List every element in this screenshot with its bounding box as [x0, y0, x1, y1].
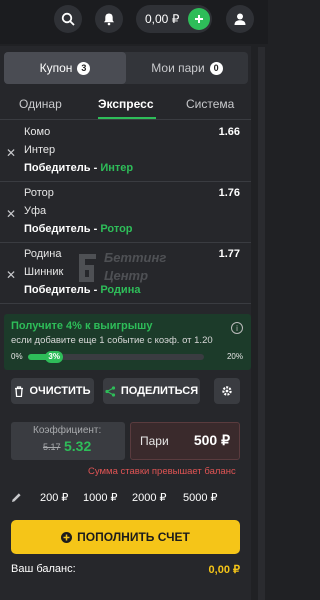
deposit-button[interactable]: ПОПОЛНИТЬ СЧЕТ [11, 520, 240, 554]
bet-item: ✕ Ротор Уфа Победитель - Ротор 1.76 [0, 183, 251, 243]
promo-max: 20% [226, 352, 243, 361]
watermark-line-2: Центр [104, 268, 149, 283]
bet-market: Победитель - [24, 223, 101, 235]
bet-pick: Ротор [100, 223, 133, 235]
tab-express[interactable]: Экспресс [98, 97, 154, 111]
bet-item: ✕ Комо Интер Победитель - Интер 1.66 [0, 122, 251, 182]
remove-bet-icon[interactable]: ✕ [6, 268, 16, 282]
share-button[interactable]: ПОДЕЛИТЬСЯ [103, 378, 200, 404]
profile-button[interactable] [226, 5, 254, 33]
quick-amount-1000[interactable]: 1000 ₽ [83, 491, 118, 504]
active-tab-indicator [98, 117, 156, 119]
promo-subtitle: если добавите еще 1 событие с коэф. от 1… [11, 335, 213, 346]
coefficient-new: 5.32 [64, 438, 92, 454]
bet-odd: 1.66 [218, 126, 240, 138]
promo-min: 0% [11, 352, 23, 361]
plus-circle-icon [61, 531, 73, 543]
tab-my-bets[interactable]: Мои пари 0 [126, 52, 248, 84]
balance-pill[interactable]: 0,00 ₽ [136, 5, 212, 33]
share-label: ПОДЕЛИТЬСЯ [120, 385, 199, 397]
search-icon [61, 12, 75, 26]
tab-my-bets-count: 0 [209, 61, 223, 75]
info-icon[interactable]: i [231, 322, 243, 334]
clear-button[interactable]: ОЧИСТИТЬ [11, 378, 94, 404]
search-button[interactable] [54, 5, 82, 33]
stake-value[interactable]: 500 ₽ [194, 432, 230, 449]
bell-icon [104, 13, 114, 26]
bet-team-away: Уфа [24, 205, 47, 217]
bet-team-away: Шинник [24, 266, 64, 278]
quick-amounts: 200 ₽ 1000 ₽ 2000 ₽ 5000 ₽ [0, 488, 251, 508]
bet-odd: 1.77 [218, 248, 240, 260]
watermark-logo-icon [79, 254, 96, 282]
share-icon [105, 385, 115, 397]
gear-icon [222, 386, 232, 396]
bonus-progress-bar: 3% [28, 351, 204, 363]
clear-label: ОЧИСТИТЬ [29, 385, 91, 397]
trash-icon [15, 385, 24, 397]
coefficient-box: Коэффициент: 5.17 5.32 [11, 422, 125, 460]
coupon-tabs: Купон 3 Мои пари 0 [4, 52, 248, 84]
header-balance: 0,00 ₽ [145, 12, 180, 26]
watermark-line-1: Беттинг [104, 250, 167, 265]
bet-team-home: Родина [24, 248, 62, 260]
bonus-progress-value: 3% [45, 351, 63, 363]
bet-odd: 1.76 [218, 187, 240, 199]
coefficient-label: Коэффициент: [33, 425, 102, 436]
watermark: Беттинг Центр [72, 248, 202, 288]
plus-icon [195, 15, 203, 23]
bet-team-away: Интер [24, 144, 56, 156]
pencil-icon[interactable] [11, 492, 22, 503]
tab-coupon-count: 3 [77, 61, 91, 75]
bet-team-home: Ротор [24, 187, 54, 199]
coupon-panel: Купон 3 Мои пари 0 Одинар Экспресс Систе… [0, 46, 251, 600]
tab-system[interactable]: Система [186, 97, 234, 111]
quick-amount-2000[interactable]: 2000 ₽ [132, 491, 167, 504]
tab-coupon-label: Купон [39, 61, 73, 75]
bet-selection: Победитель - Ротор [24, 223, 133, 235]
stake-input[interactable]: Пари 500 ₽ [130, 422, 240, 460]
notifications-button[interactable] [95, 5, 123, 33]
bet-market: Победитель - [24, 162, 101, 174]
quick-amount-5000[interactable]: 5000 ₽ [183, 491, 218, 504]
express-bonus-banner: Получите 4% к выигрышу если добавите еще… [4, 314, 251, 370]
bet-team-home: Комо [24, 126, 51, 138]
stake-error: Сумма ставки превышает баланс [88, 466, 236, 477]
user-icon [234, 13, 246, 25]
add-funds-button[interactable] [188, 8, 210, 30]
top-bar: 0,00 ₽ [0, 0, 268, 44]
bet-pick: Интер [100, 162, 134, 174]
settings-button[interactable] [214, 378, 240, 404]
scrollbar[interactable] [258, 47, 265, 600]
quick-amount-200[interactable]: 200 ₽ [40, 491, 68, 504]
stake-label: Пари [140, 434, 169, 448]
deposit-label: ПОПОЛНИТЬ СЧЕТ [77, 530, 190, 544]
balance-value: 0,00 ₽ [208, 564, 240, 576]
bet-selection: Победитель - Интер [24, 162, 133, 174]
tab-coupon[interactable]: Купон 3 [4, 52, 126, 84]
tab-my-bets-label: Мои пари [151, 61, 205, 75]
tab-single[interactable]: Одинар [19, 97, 62, 111]
coefficient-old: 5.17 [43, 442, 61, 452]
bet-type-tabs: Одинар Экспресс Система [0, 90, 251, 120]
promo-title: Получите 4% к выигрышу [11, 320, 153, 332]
coupon-actions: ОЧИСТИТЬ ПОДЕЛИТЬСЯ [0, 378, 251, 408]
remove-bet-icon[interactable]: ✕ [6, 146, 16, 160]
remove-bet-icon[interactable]: ✕ [6, 207, 16, 221]
balance-label: Ваш баланс: [11, 563, 76, 575]
